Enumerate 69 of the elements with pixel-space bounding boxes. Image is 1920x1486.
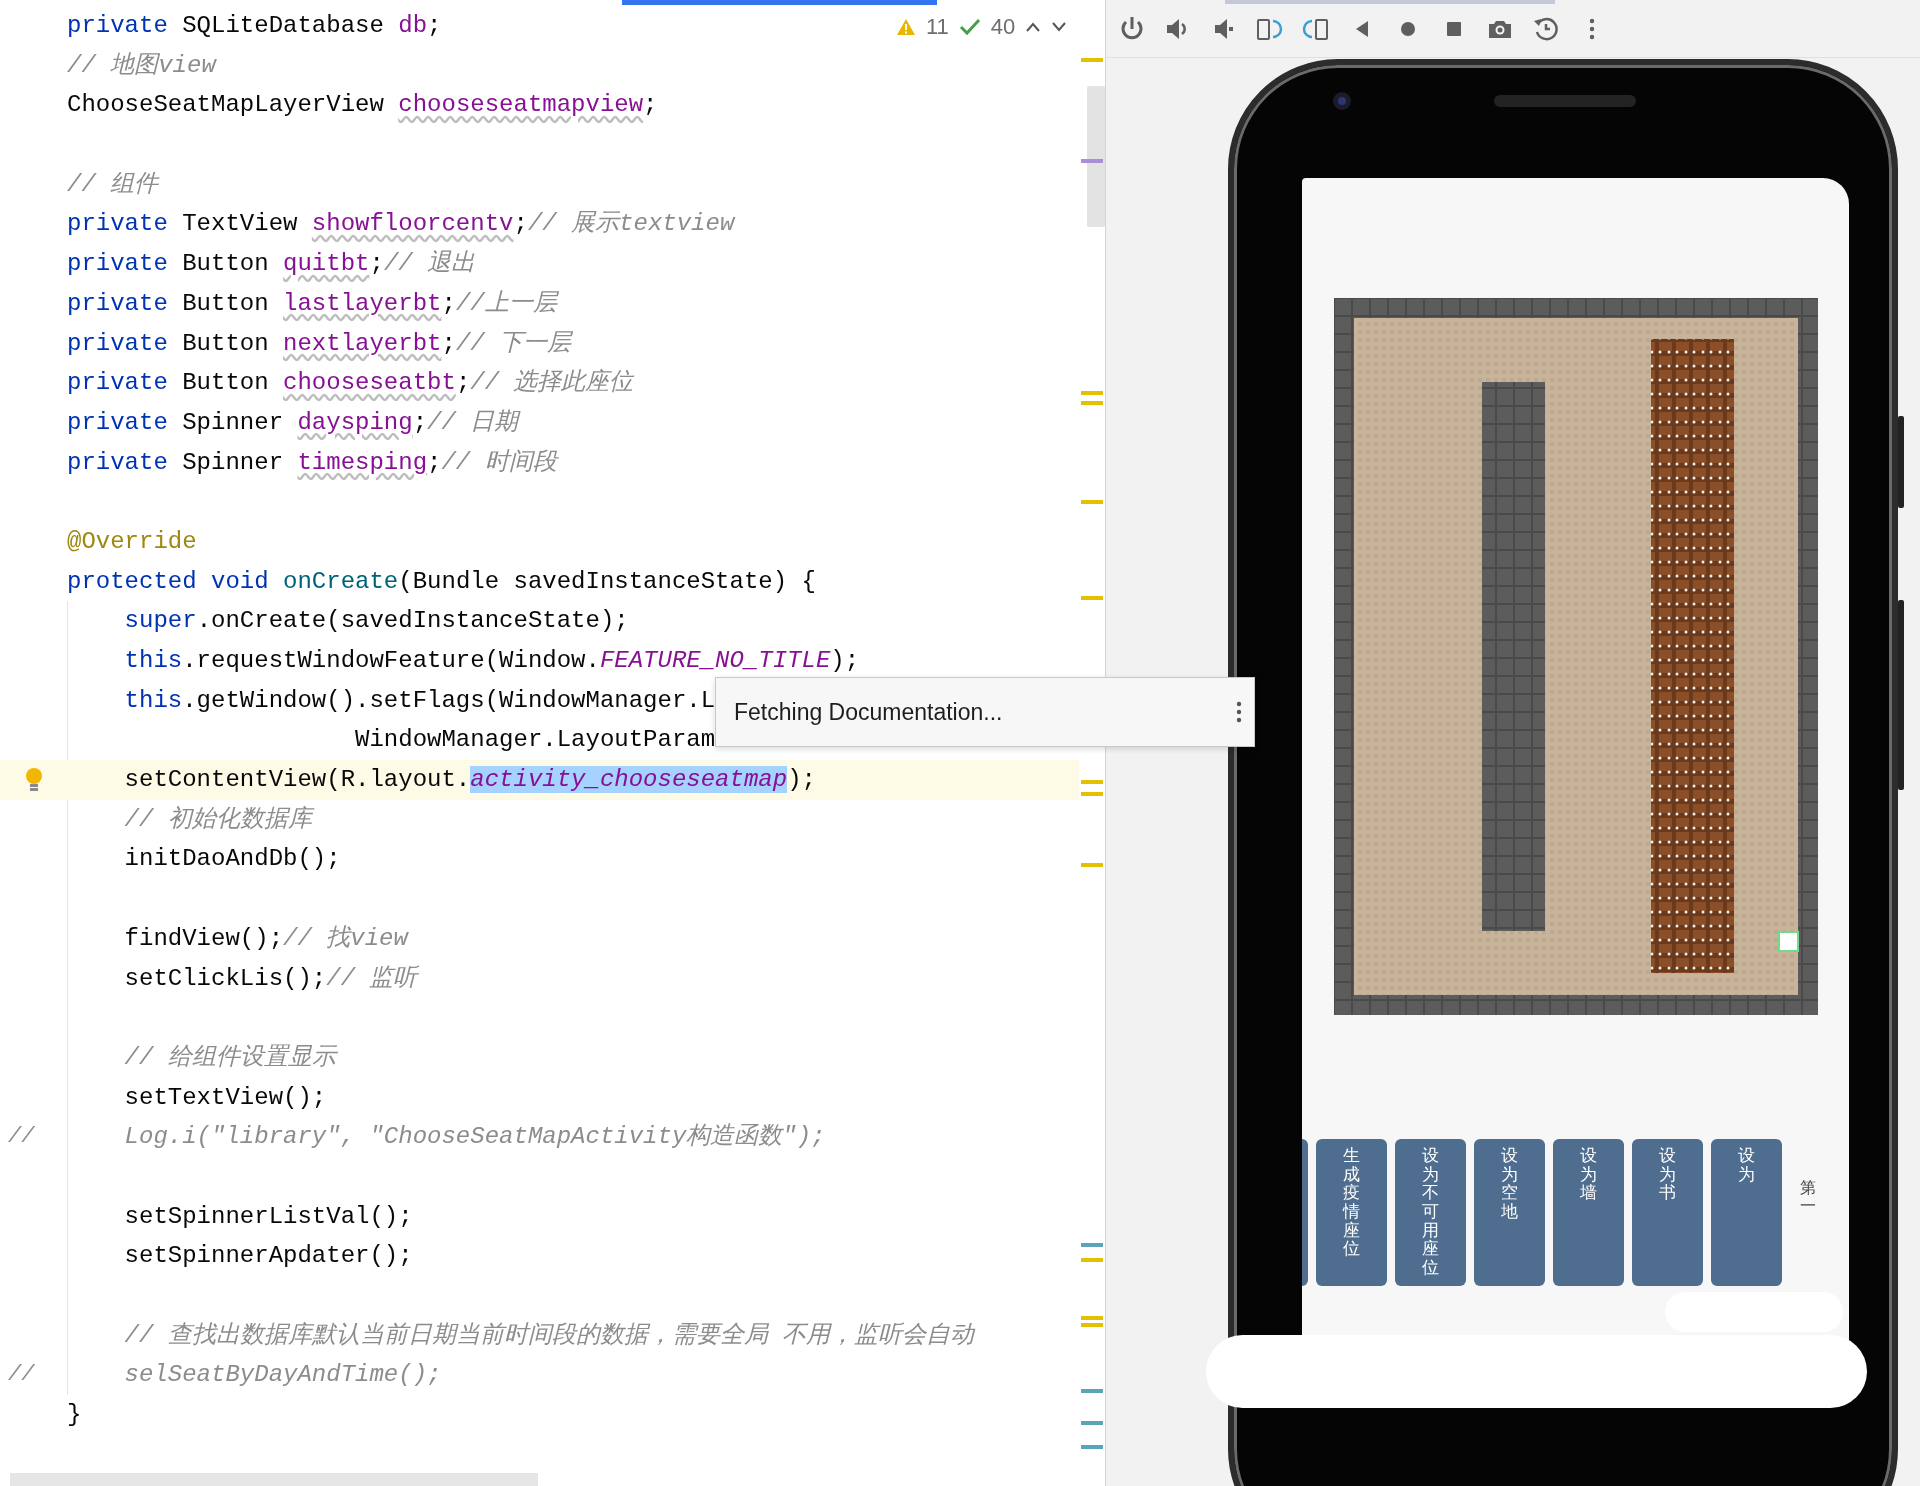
scrollbar-thumb[interactable] — [1087, 86, 1105, 227]
error-stripe-mark[interactable] — [1081, 1316, 1103, 1320]
code-line: private Button quitbt;// 退出 — [67, 249, 476, 280]
code-line: // 组件 — [67, 169, 159, 200]
code-line: setClickLis();// 监听 — [123, 963, 418, 994]
code-line: findView();// 找view — [123, 923, 408, 954]
error-stripe-mark[interactable] — [1081, 596, 1103, 600]
app-button[interactable]: 生成疫情座位 — [1316, 1139, 1387, 1286]
code-line: ChooseSeatMapLayerView chooseseatmapview; — [67, 90, 658, 121]
error-stripe-mark[interactable] — [1081, 780, 1103, 784]
error-stripe-mark[interactable] — [1081, 500, 1103, 504]
code-line: private Button chooseseatbt;// 选择此座位 — [67, 368, 634, 399]
code-line: private Spinner daysping;// 日期 — [67, 407, 519, 438]
gutter-comment-mark: // — [8, 1361, 35, 1390]
app-button-edge[interactable] — [1302, 1139, 1308, 1286]
code-line: this.requestWindowFeature(Window.FEATURE_NO_TITLE); — [123, 646, 860, 676]
code-line: selSeatByDayAndTime(); — [123, 1360, 442, 1391]
code-line: private Button nextlayerbt;// 下一层 — [67, 328, 572, 359]
error-stripe-mark[interactable] — [1081, 863, 1103, 867]
app-button[interactable]: 设为不可用座位 — [1395, 1139, 1466, 1286]
error-stripe-mark[interactable] — [1081, 391, 1103, 395]
chevron-down-icon[interactable] — [1051, 20, 1068, 33]
code-line: super.onCreate(savedInstanceState); — [123, 606, 629, 637]
error-stripe-mark[interactable] — [1081, 1389, 1103, 1393]
check-icon — [958, 17, 981, 36]
chevron-up-icon[interactable] — [1025, 20, 1042, 33]
error-stripe-mark[interactable] — [1081, 1445, 1103, 1449]
side-button[interactable] — [1898, 416, 1904, 508]
code-line: this.getWindow().setFlags(WindowManager.L — [123, 685, 716, 716]
side-label: 第一 — [1800, 1179, 1816, 1215]
app-button[interactable]: 设为书 — [1632, 1139, 1703, 1286]
code-line: setTextView(); — [123, 1082, 327, 1113]
error-stripe-mark[interactable] — [1081, 792, 1103, 796]
code-line: setContentView(R.layout.activity_chooseseatmap); — [123, 765, 816, 796]
error-stripe-mark[interactable] — [1081, 1243, 1103, 1247]
seat-map-drawing[interactable] — [1334, 298, 1818, 1015]
warning-count[interactable]: 11 — [926, 10, 949, 43]
code-line: protected void onCreate(Bundle savedInstanceState) { — [67, 566, 816, 597]
code-line: private SQLiteDatabase db; — [67, 11, 442, 41]
code-line: initDaoAndDb(); — [123, 844, 341, 875]
popup-message: Fetching Documentation... — [734, 697, 1003, 727]
code-line: private Spinner timesping;// 时间段 — [67, 447, 557, 478]
code-line: @Override — [67, 526, 197, 557]
gutter-comment-mark: // — [8, 1123, 35, 1152]
app-button[interactable]: 设为墙 — [1553, 1139, 1624, 1286]
error-stripe-mark[interactable] — [1081, 1323, 1103, 1327]
app-button[interactable]: 设为 — [1711, 1139, 1782, 1286]
code-line: WindowManager.LayoutParam — [354, 725, 716, 756]
code-line: } — [67, 1400, 82, 1431]
side-button[interactable] — [1898, 600, 1904, 790]
error-stripe-mark[interactable] — [1081, 401, 1103, 405]
error-stripe-mark[interactable] — [1081, 159, 1103, 163]
weak-warning-count[interactable]: 40 — [990, 10, 1016, 43]
lightbulb-icon[interactable] — [24, 766, 44, 793]
code-line: private TextView showfloorcentv;// 展示textview — [67, 209, 735, 240]
error-stripe-mark[interactable] — [1081, 58, 1103, 62]
code-line: setSpinnerApdater(); — [123, 1241, 413, 1272]
code-line: // 地图view — [67, 50, 216, 81]
warning-icon — [896, 17, 916, 36]
code-line: // 查找出数据库默认当前日期当前时间段的数据，需要全局 不用，监听会自动 — [123, 1320, 975, 1351]
code-line: Log.i("library", "ChooseSeatMapActivity构造函数"); — [123, 1122, 826, 1153]
error-stripe-mark[interactable] — [1081, 1258, 1103, 1262]
more-icon[interactable] — [1236, 701, 1242, 723]
code-line: private Button lastlayerbt;//上一层 — [67, 288, 557, 319]
camera-icon — [1332, 91, 1352, 111]
code-line: // 给组件设置显示 — [123, 1042, 336, 1073]
code-line: setSpinnerListVal(); — [123, 1201, 413, 1232]
error-stripe-mark[interactable] — [1081, 1421, 1103, 1425]
app-button[interactable]: 设为空地 — [1474, 1139, 1545, 1286]
